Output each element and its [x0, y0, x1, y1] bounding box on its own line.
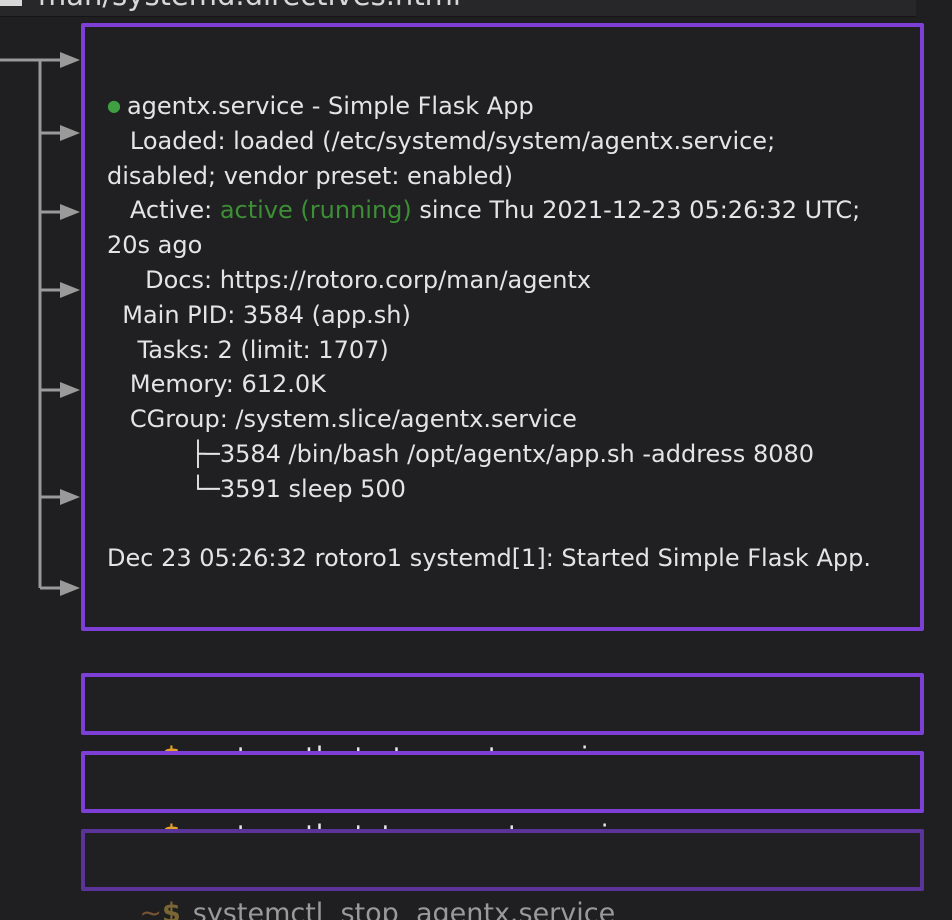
active-line-cont: 20s ago — [107, 231, 203, 260]
command-start[interactable]: ~$systemctl start agentx.service — [81, 673, 924, 773]
command-text: systemctl stop agentx.service — [192, 898, 616, 920]
memory-line: Memory: 612.0K — [107, 370, 326, 399]
cgroup-process-1: ├─3584 /bin/bash /opt/agentx/app.sh -add… — [107, 439, 815, 468]
tree-connector — [0, 52, 80, 596]
cgroup-process-2: └─3591 sleep 500 — [107, 474, 406, 503]
loaded-line: Loaded: loaded (/etc/systemd/system/agen… — [107, 126, 776, 155]
command-status[interactable]: ~$systemctl status agentx.service — [81, 751, 924, 851]
journal-log-line: Dec 23 05:26:32 rotoro1 systemd[1]: Star… — [107, 544, 871, 573]
header-bullet — [0, 0, 22, 6]
prompt-dollar: $ — [161, 898, 181, 920]
prompt-tilde: ~ — [139, 898, 162, 920]
active-state: active (running) — [219, 196, 412, 225]
command-stop[interactable]: ~$ systemctl stop agentx.service — [81, 829, 924, 920]
docs-line: Docs: https://rotoro.corp/man/agentx — [107, 265, 592, 294]
loaded-line-cont: disabled; vendor preset: enabled) — [107, 161, 514, 190]
page: man/systemd.directives.html ● agentx.serv… — [0, 0, 952, 920]
active-label: Active: — [107, 196, 220, 225]
main-pid-line: Main PID: 3584 (app.sh) — [107, 300, 411, 329]
status-output-text: ● agentx.service - Simple Flask App Loade… — [107, 89, 915, 576]
header-path: man/systemd.directives.html — [38, 0, 461, 12]
active-since: since Thu 2021-12-23 05:26:32 UTC; — [411, 196, 861, 225]
status-output-panel: ● agentx.service - Simple Flask App Loade… — [81, 23, 924, 631]
cgroup-line: CGroup: /system.slice/agentx.service — [107, 405, 577, 434]
service-title-line: ● agentx.service - Simple Flask App — [107, 89, 915, 124]
header-bar: man/systemd.directives.html — [0, 0, 916, 17]
active-line: Active: active (running) since Thu 2021-… — [107, 193, 915, 228]
active-dot-icon: ● — [107, 96, 121, 115]
tasks-line: Tasks: 2 (limit: 1707) — [107, 335, 389, 364]
service-title: agentx.service - Simple Flask App — [126, 92, 534, 120]
